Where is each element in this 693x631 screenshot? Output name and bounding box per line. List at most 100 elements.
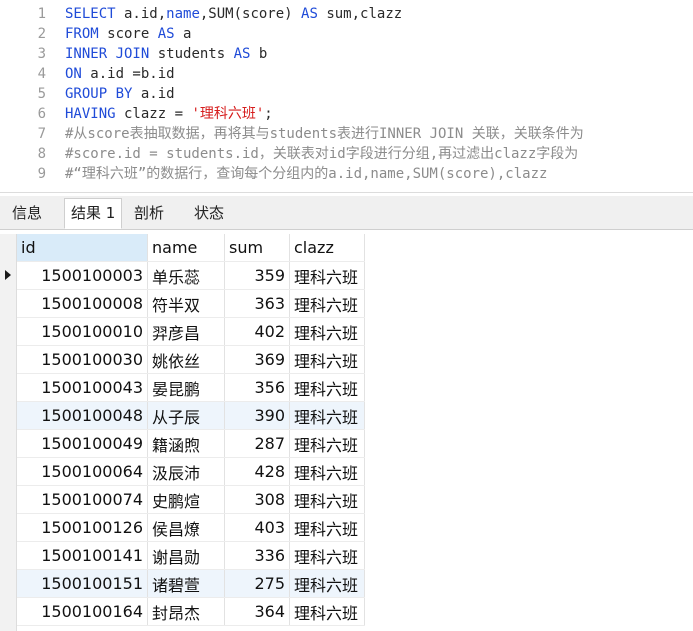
current-row-arrow-icon (5, 270, 11, 280)
cell-sum[interactable]: 359 (224, 261, 290, 290)
column-header-clazz[interactable]: clazz (289, 234, 365, 262)
cell-id[interactable]: 1500100030 (17, 345, 148, 374)
code-line[interactable]: #从score表抽取数据，再将其与students表进行INNER JOIN 关… (65, 124, 693, 144)
cell-name[interactable]: 谢昌勋 (147, 541, 225, 570)
cell-id[interactable]: 1500100010 (17, 317, 148, 346)
table-row[interactable]: 1500100008 符半双 363 理科六班 (17, 289, 365, 318)
code-line[interactable]: HAVING clazz = '理科六班'; (65, 104, 693, 124)
cell-name[interactable]: 史鹏煊 (147, 485, 225, 514)
code-line[interactable]: #score.id = students.id，关联表对id字段进行分组,再过滤… (65, 144, 693, 164)
cell-sum[interactable]: 308 (224, 485, 290, 514)
cell-id[interactable]: 1500100151 (17, 569, 148, 598)
sql-code[interactable]: SELECT a.id,name,SUM(score) AS sum,clazz… (65, 4, 693, 184)
sql-keyword: AS (233, 46, 251, 62)
tab-result-1[interactable]: 结果 1 (64, 198, 123, 229)
cell-sum[interactable]: 356 (224, 373, 290, 402)
result-grid[interactable]: id name sum clazz 1500100003 单乐蕊 359 理科六班 15… (0, 234, 693, 631)
code-line[interactable]: SELECT a.id,name,SUM(score) AS sum,clazz (65, 4, 693, 24)
table-row[interactable]: 1500100030 姚依丝 369 理科六班 (17, 345, 365, 374)
table-row[interactable]: 1500100003 单乐蕊 359 理科六班 (17, 261, 365, 290)
column-header-name[interactable]: name (147, 234, 225, 262)
cell-name[interactable]: 单乐蕊 (147, 261, 225, 290)
table-row[interactable]: 1500100048 从子辰 390 理科六班 (17, 401, 365, 430)
cell-clazz[interactable]: 理科六班 (289, 541, 365, 570)
code-line[interactable]: ON a.id =b.id (65, 64, 693, 84)
code-line[interactable]: #“理科六班”的数据行，查询每个分组内的a.id,name,SUM(score)… (65, 164, 693, 184)
cell-id[interactable]: 1500100141 (17, 541, 148, 570)
cell-name[interactable]: 姚依丝 (147, 345, 225, 374)
cell-clazz[interactable]: 理科六班 (289, 289, 365, 318)
cell-id[interactable]: 1500100074 (17, 485, 148, 514)
cell-clazz[interactable]: 理科六班 (289, 373, 365, 402)
cell-name[interactable]: 籍涵煦 (147, 429, 225, 458)
code-line[interactable]: FROM score AS a (65, 24, 693, 44)
cell-clazz[interactable]: 理科六班 (289, 457, 365, 486)
line-number: 2 (37, 26, 46, 42)
table-row[interactable]: 1500100043 晏昆鹏 356 理科六班 (17, 373, 365, 402)
cell-clazz[interactable]: 理科六班 (289, 401, 365, 430)
row-selector-column[interactable] (0, 234, 17, 631)
cell-id[interactable]: 1500100064 (17, 457, 148, 486)
table-row[interactable]: 1500100074 史鹏煊 308 理科六班 (17, 485, 365, 514)
cell-sum[interactable]: 428 (224, 457, 290, 486)
cell-name[interactable]: 羿彦昌 (147, 317, 225, 346)
sql-keyword: name (166, 6, 200, 22)
cell-clazz[interactable]: 理科六班 (289, 597, 365, 626)
cell-sum[interactable]: 390 (224, 401, 290, 430)
sql-comment: #从score表抽取数据，再将其与students表进行INNER JOIN 关… (65, 126, 584, 142)
sql-keyword: FROM (65, 26, 99, 42)
tab-profile[interactable]: 剖析 (128, 200, 170, 227)
table-row[interactable]: 1500100010 羿彦昌 402 理科六班 (17, 317, 365, 346)
cell-name[interactable]: 汲辰沛 (147, 457, 225, 486)
cell-name[interactable]: 封昂杰 (147, 597, 225, 626)
results-table[interactable]: id name sum clazz 1500100003 单乐蕊 359 理科六班 15… (17, 234, 365, 626)
cell-sum[interactable]: 275 (224, 569, 290, 598)
cell-id[interactable]: 1500100126 (17, 513, 148, 542)
cell-clazz[interactable]: 理科六班 (289, 317, 365, 346)
cell-id[interactable]: 1500100049 (17, 429, 148, 458)
table-row[interactable]: 1500100141 谢昌勋 336 理科六班 (17, 541, 365, 570)
code-line[interactable]: GROUP BY a.id (65, 84, 693, 104)
cell-sum[interactable]: 287 (224, 429, 290, 458)
cell-clazz[interactable]: 理科六班 (289, 261, 365, 290)
cell-clazz[interactable]: 理科六班 (289, 569, 365, 598)
cell-sum[interactable]: 364 (224, 597, 290, 626)
cell-clazz[interactable]: 理科六班 (289, 345, 365, 374)
cell-sum[interactable]: 403 (224, 513, 290, 542)
header-row: id name sum clazz (17, 234, 365, 262)
cell-clazz[interactable]: 理科六班 (289, 429, 365, 458)
cell-clazz[interactable]: 理科六班 (289, 485, 365, 514)
sql-comment: #“理科六班”的数据行，查询每个分组内的a.id,name,SUM(score)… (65, 166, 548, 182)
table-row[interactable]: 1500100064 汲辰沛 428 理科六班 (17, 457, 365, 486)
cell-name[interactable]: 侯昌燎 (147, 513, 225, 542)
cell-clazz[interactable]: 理科六班 (289, 513, 365, 542)
cell-id[interactable]: 1500100003 (17, 261, 148, 290)
sql-keyword: GROUP BY (65, 86, 133, 102)
cell-name[interactable]: 从子辰 (147, 401, 225, 430)
cell-name[interactable]: 符半双 (147, 289, 225, 318)
sql-keyword: INNER JOIN (65, 46, 150, 62)
tab-status[interactable]: 状态 (188, 200, 230, 227)
sql-comment: #score.id = students.id，关联表对id字段进行分组,再过滤… (65, 146, 579, 162)
table-row[interactable]: 1500100151 诸碧萱 275 理科六班 (17, 569, 365, 598)
cell-name[interactable]: 诸碧萱 (147, 569, 225, 598)
sql-keyword: HAVING (65, 106, 116, 122)
cell-id[interactable]: 1500100164 (17, 597, 148, 626)
cell-id[interactable]: 1500100048 (17, 401, 148, 430)
cell-name[interactable]: 晏昆鹏 (147, 373, 225, 402)
tab-info[interactable]: 信息 (6, 200, 48, 227)
cell-sum[interactable]: 369 (224, 345, 290, 374)
code-line[interactable]: INNER JOIN students AS b (65, 44, 693, 64)
table-row[interactable]: 1500100049 籍涵煦 287 理科六班 (17, 429, 365, 458)
table-row[interactable]: 1500100126 侯昌燎 403 理科六班 (17, 513, 365, 542)
cell-id[interactable]: 1500100008 (17, 289, 148, 318)
column-header-id[interactable]: id (17, 234, 148, 262)
cell-id[interactable]: 1500100043 (17, 373, 148, 402)
sql-editor[interactable]: 1 2 3 4 5 6 7 8 9 SELECT a.id,name,SUM(score) AS… (0, 0, 693, 193)
table-row[interactable]: 1500100164 封昂杰 364 理科六班 (17, 597, 365, 626)
sql-keyword: AS (157, 26, 175, 42)
cell-sum[interactable]: 336 (224, 541, 290, 570)
cell-sum[interactable]: 402 (224, 317, 290, 346)
cell-sum[interactable]: 363 (224, 289, 290, 318)
column-header-sum[interactable]: sum (224, 234, 290, 262)
